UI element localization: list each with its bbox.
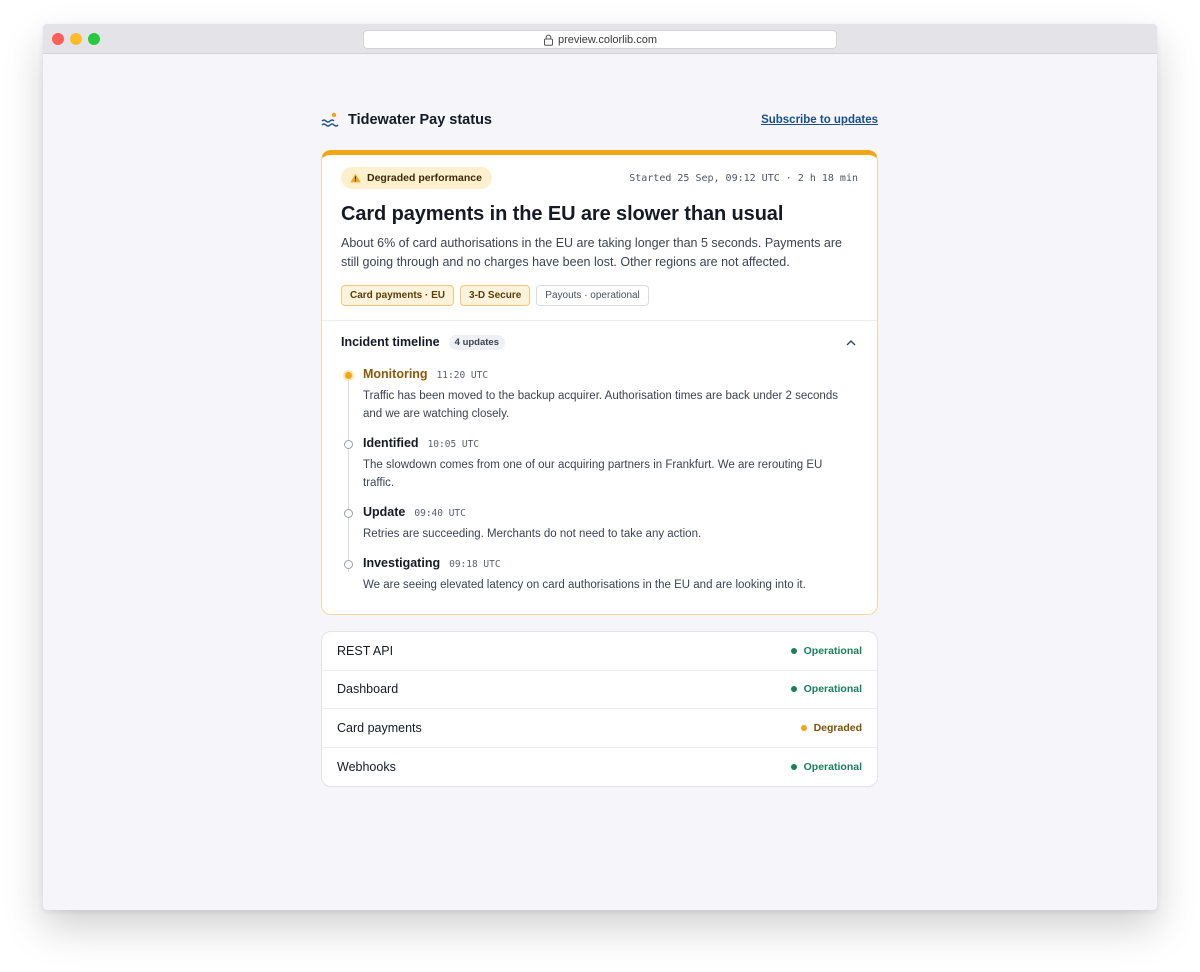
component-row: Webhooks Operational xyxy=(322,748,877,787)
browser-titlebar: preview.colorlib.com xyxy=(43,24,1157,54)
status-page: Tidewater Pay status Subscribe to update… xyxy=(321,108,878,787)
timeline-dot-current xyxy=(343,370,354,381)
timeline-dot xyxy=(344,509,353,518)
timeline-item-text: Retries are succeeding. Merchants do not… xyxy=(363,528,702,540)
status-dot-icon xyxy=(790,763,797,770)
component-row: Card payments Degraded xyxy=(322,709,877,748)
component-status: Operational xyxy=(790,760,862,773)
status-badge: Degraded performance xyxy=(341,167,492,189)
status-dot-icon xyxy=(790,686,797,693)
incident-timeline: Incident timeline 4 updates Monitoring 1… xyxy=(322,321,877,614)
component-status-label: Operational xyxy=(803,644,862,657)
address-bar-url: preview.colorlib.com xyxy=(557,33,658,46)
component-tag: 3-D Secure xyxy=(460,285,531,306)
incident-card: Degraded performance Started 25 Sep, 09:… xyxy=(321,150,878,615)
chevron-up-icon[interactable] xyxy=(846,339,856,346)
timeline-title: Incident timeline xyxy=(341,335,440,349)
component-status: Operational xyxy=(790,644,862,657)
timeline-dot xyxy=(344,440,353,449)
zoom-window-button[interactable] xyxy=(88,33,100,45)
component-row: REST API Operational xyxy=(322,632,877,671)
timeline-item-text: We are seeing elevated latency on card a… xyxy=(363,579,806,591)
component-name: Card payments xyxy=(337,720,422,735)
component-status-list: REST API Operational Dashboard Operation… xyxy=(321,631,878,787)
update-count-badge: 4 updates xyxy=(448,334,505,350)
incident-description: About 6% of card authorisations in the E… xyxy=(341,236,842,269)
waves-logo-icon xyxy=(321,112,339,127)
brand: Tidewater Pay status xyxy=(321,112,492,128)
timeline-item-label: Update xyxy=(363,505,406,519)
incident-meta: Degraded performance Started 25 Sep, 09:… xyxy=(341,167,858,189)
timeline-list: Monitoring 11:20 UTC Traffic has been mo… xyxy=(341,367,858,594)
incident-summary: Degraded performance Started 25 Sep, 09:… xyxy=(322,155,877,321)
component-name: Webhooks xyxy=(337,759,396,774)
timeline-item-text: Traffic has been moved to the backup acq… xyxy=(363,390,838,420)
timeline-item: Monitoring 11:20 UTC Traffic has been mo… xyxy=(341,367,858,423)
incident-started: Started 25 Sep, 09:12 UTC · 2 h 18 min xyxy=(629,172,858,184)
component-name: Dashboard xyxy=(337,682,399,697)
close-window-button[interactable] xyxy=(52,33,64,45)
timeline-dot xyxy=(344,560,353,569)
timeline-item-label: Investigating xyxy=(363,556,441,570)
status-dot-icon xyxy=(790,647,797,654)
timeline-item-time: 09:18 UTC xyxy=(449,559,501,570)
component-name: REST API xyxy=(337,643,394,658)
component-status: Degraded xyxy=(800,721,862,734)
lock-icon xyxy=(543,34,553,46)
page-title: Tidewater Pay status xyxy=(348,112,492,128)
timeline-item: Update 09:40 UTC Retries are succeeding.… xyxy=(341,505,858,543)
component-status-label: Operational xyxy=(803,760,862,773)
timeline-item-time: 09:40 UTC xyxy=(414,508,466,519)
page-header: Tidewater Pay status Subscribe to update… xyxy=(321,108,878,132)
status-badge-label: Degraded performance xyxy=(367,172,482,184)
status-dot-icon xyxy=(800,724,807,731)
component-tag: Card payments · EU xyxy=(341,285,455,306)
component-tag: Payouts · operational xyxy=(536,285,649,306)
minimize-window-button[interactable] xyxy=(70,33,82,45)
component-status-label: Degraded xyxy=(813,721,862,734)
timeline-item-label: Identified xyxy=(363,436,419,450)
timeline-item-time: 11:20 UTC xyxy=(436,370,489,381)
component-status: Operational xyxy=(790,683,862,696)
timeline-item: Identified 10:05 UTC The slowdown comes … xyxy=(341,436,858,492)
timeline-item-label: Monitoring xyxy=(363,367,428,381)
warning-icon xyxy=(350,173,361,183)
component-row: Dashboard Operational xyxy=(322,671,877,709)
address-bar[interactable]: preview.colorlib.com xyxy=(363,30,837,49)
component-status-label: Operational xyxy=(803,683,862,696)
subscribe-link[interactable]: Subscribe to updates xyxy=(761,114,878,126)
timeline-item-text: The slowdown comes from one of our acqui… xyxy=(363,459,823,489)
incident-title: Card payments in the EU are slower than … xyxy=(341,203,784,225)
timeline-item: Investigating 09:18 UTC We are seeing el… xyxy=(341,556,858,594)
affected-components: Card payments · EU 3-D Secure Payouts · … xyxy=(341,285,858,306)
browser-window: preview.colorlib.com Tidewater Pay statu… xyxy=(43,24,1157,910)
timeline-header[interactable]: Incident timeline 4 updates xyxy=(341,333,858,351)
timeline-item-time: 10:05 UTC xyxy=(427,439,480,450)
